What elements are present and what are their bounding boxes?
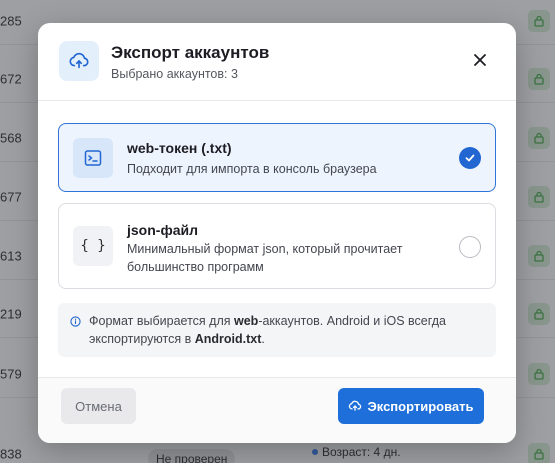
selected-check-icon[interactable] <box>459 147 481 169</box>
cloud-upload-icon <box>59 41 99 81</box>
cloud-upload-icon <box>349 400 362 411</box>
close-icon <box>474 54 486 66</box>
info-note: Формат выбирается для web-аккаунтов. And… <box>58 303 496 357</box>
terminal-icon <box>73 138 113 178</box>
option-title: web-токен (.txt) <box>127 140 232 156</box>
close-button[interactable] <box>470 50 490 70</box>
export-button-label: Экспортировать <box>367 398 474 414</box>
info-icon <box>70 316 81 327</box>
option-json-file[interactable]: { } json-файл Минимальный формат json, к… <box>58 203 496 289</box>
dialog-header: Экспорт аккаунтов Выбрано аккаунтов: 3 <box>38 23 516 101</box>
option-web-token[interactable]: web-токен (.txt) Подходит для импорта в … <box>58 123 496 192</box>
radio-unselected-icon[interactable] <box>459 236 481 258</box>
cancel-button[interactable]: Отмена <box>61 388 136 424</box>
export-button[interactable]: Экспортировать <box>338 388 484 424</box>
option-description: Минимальный формат json, который прочита… <box>127 242 403 274</box>
dialog-subtitle: Выбрано аккаунтов: 3 <box>111 67 238 81</box>
option-title: json-файл <box>127 222 198 238</box>
info-text: Формат выбирается для web-аккаунтов. And… <box>89 314 446 346</box>
dialog-title: Экспорт аккаунтов <box>111 43 270 62</box>
option-description: Подходит для импорта в консоль браузера <box>127 162 377 176</box>
export-dialog: Экспорт аккаунтов Выбрано аккаунтов: 3 w… <box>38 23 516 443</box>
dialog-footer: Отмена Экспортировать <box>38 377 516 443</box>
braces-icon: { } <box>73 226 113 266</box>
